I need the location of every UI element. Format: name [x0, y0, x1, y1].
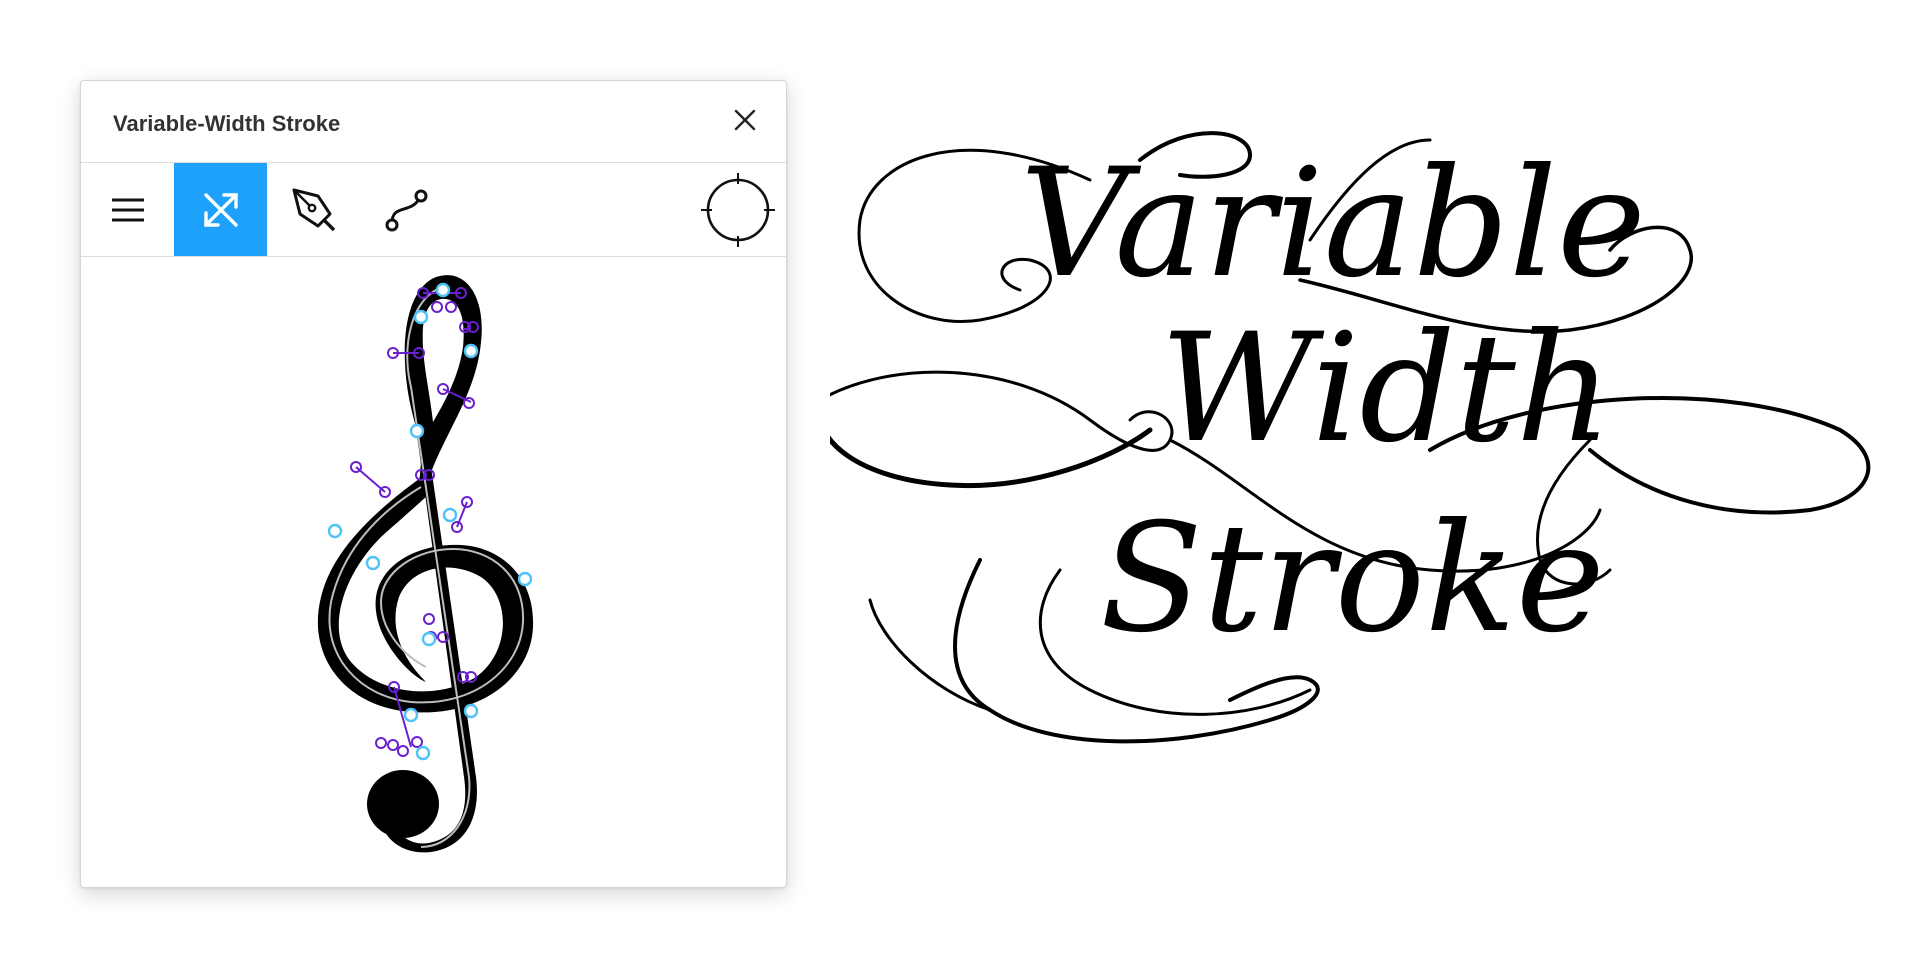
artwork-word-1: Variable	[1020, 137, 1646, 311]
treble-clef-shape	[317, 275, 534, 853]
calligraphy-artwork: Variable Width Stroke	[830, 131, 1871, 744]
close-icon	[734, 109, 756, 131]
panel-header: Variable-Width Stroke	[81, 81, 786, 163]
target-button[interactable]	[691, 163, 784, 256]
path-tool-button[interactable]	[360, 163, 453, 256]
close-button[interactable]	[730, 105, 760, 135]
crosshair-circle-icon	[700, 172, 775, 247]
variable-width-stroke-panel: Variable-Width Stroke	[80, 80, 787, 888]
hamburger-menu-icon	[111, 198, 144, 221]
bezier-path-icon	[385, 189, 427, 231]
width-tool-button[interactable]	[174, 163, 267, 256]
toolbar	[81, 163, 786, 257]
pen-tool-button[interactable]	[267, 163, 360, 256]
treble-clef-drawing[interactable]	[81, 257, 786, 885]
artwork-word-3: Stroke	[1100, 492, 1605, 666]
panel-title: Variable-Width Stroke	[113, 111, 341, 136]
canvas[interactable]	[81, 257, 786, 887]
pen-nib-icon	[292, 188, 335, 231]
artwork-word-2: Width	[1160, 302, 1612, 476]
crossing-arrows-icon	[203, 192, 238, 227]
menu-button[interactable]	[81, 163, 174, 256]
